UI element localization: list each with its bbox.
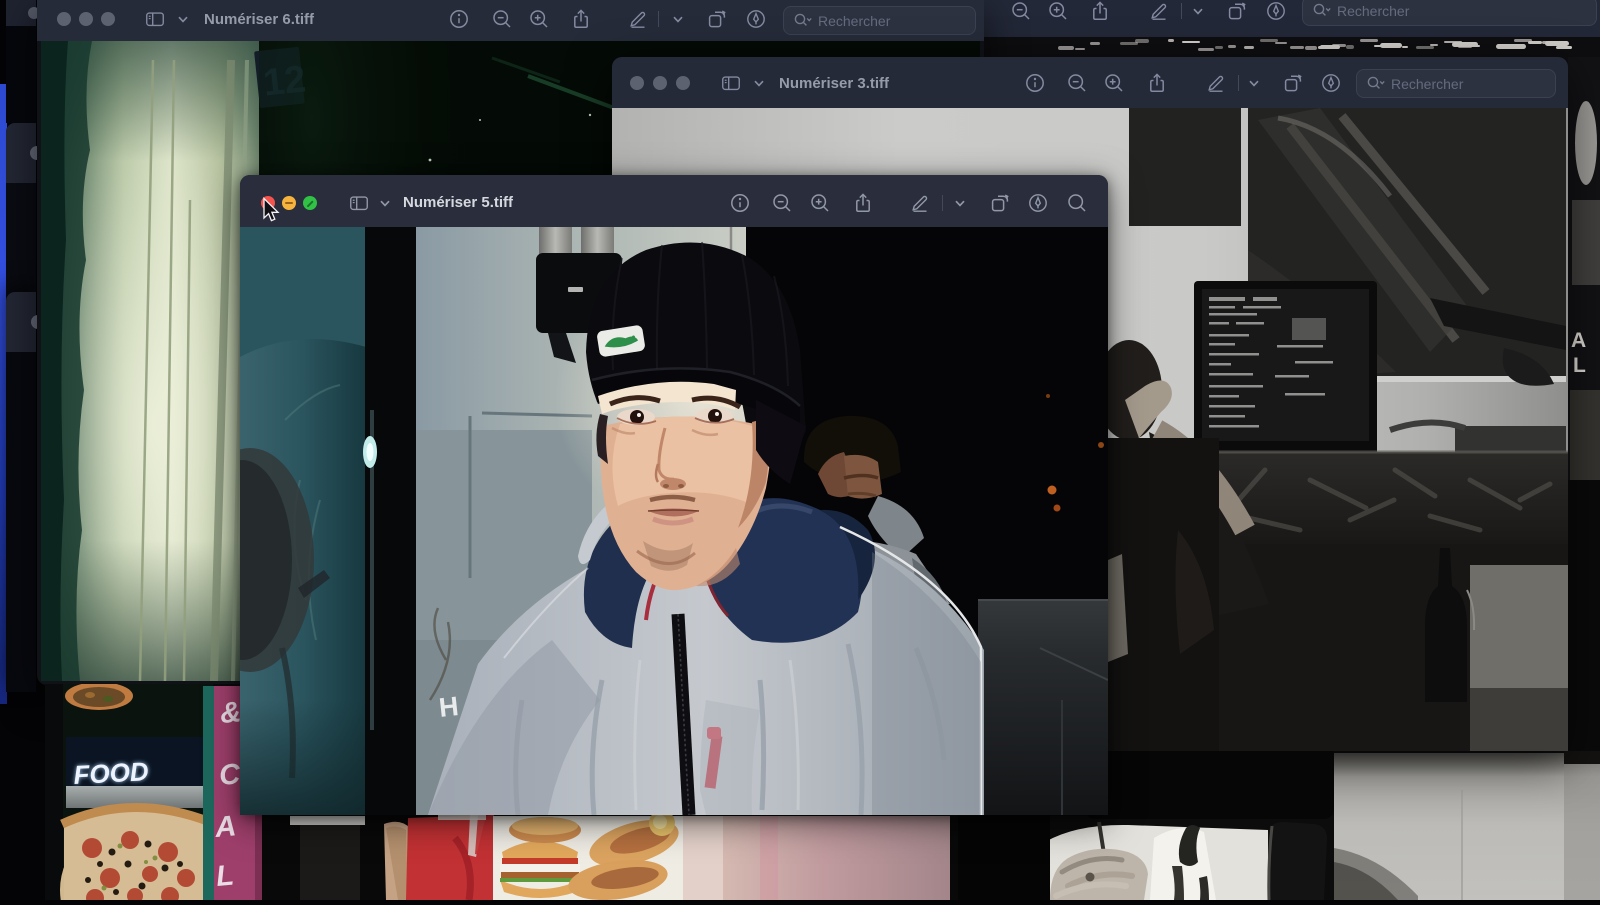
svg-text:A: A (213, 810, 238, 844)
svg-text:&: & (219, 696, 243, 730)
svg-text:H: H (437, 691, 460, 723)
svg-text:A: A (1571, 329, 1586, 352)
svg-text:C: C (218, 758, 243, 792)
svg-text:L: L (215, 860, 235, 893)
svg-text:FOOD: FOOD (73, 756, 150, 790)
svg-text:L: L (1573, 354, 1586, 377)
